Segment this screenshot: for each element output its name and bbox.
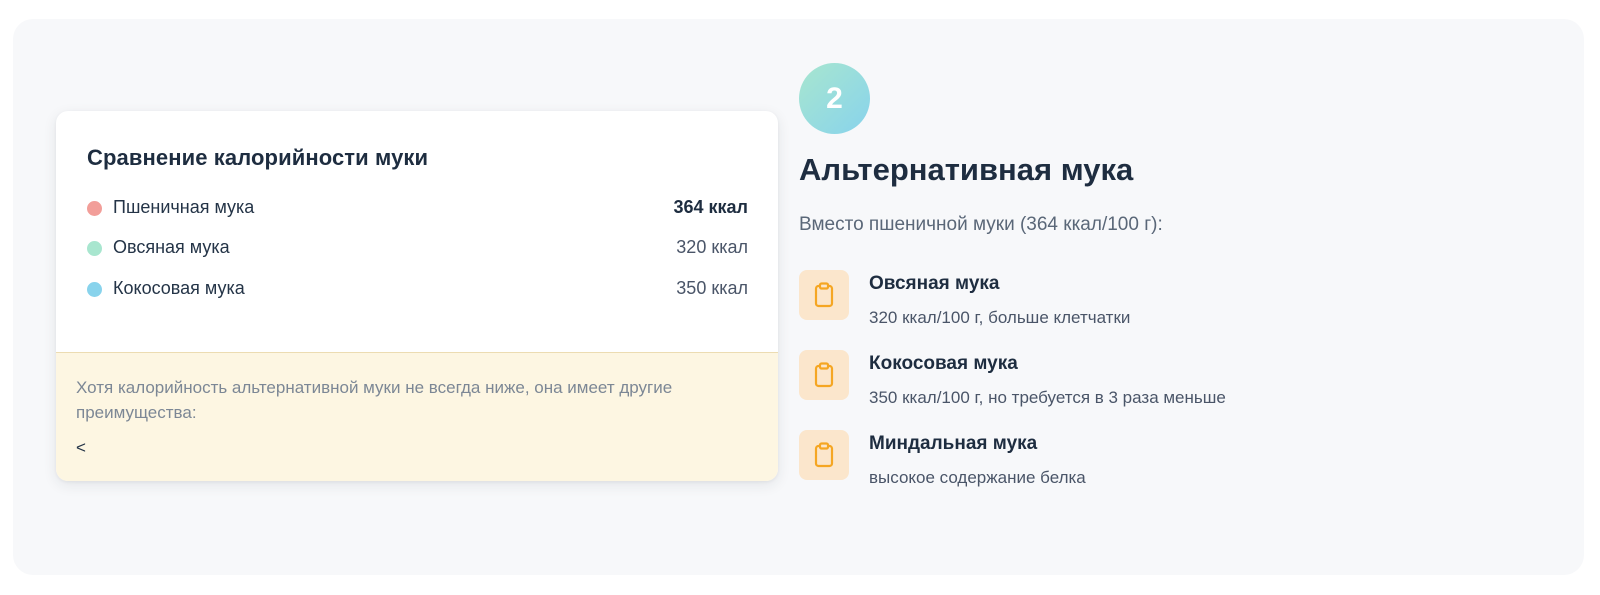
flour-row-oat: Овсяная мука 320 ккал <box>87 235 748 261</box>
flour-row-wheat: Пшеничная мука 364 ккал <box>87 195 748 221</box>
comparison-list: Сравнение калорийности муки Пшеничная му… <box>56 111 778 352</box>
note-glyph: < <box>76 438 86 457</box>
alternative-item-coconut: Кокосовая мука 350 ккал/100 г, но требуе… <box>799 350 1519 410</box>
flour-kcal: 350 ккал <box>676 278 748 298</box>
clipboard-icon <box>799 350 849 400</box>
alternative-item-oat: Овсяная мука 320 ккал/100 г, больше клет… <box>799 270 1519 330</box>
step-title: Альтернативная мука <box>799 152 1134 187</box>
step-number-badge: 2 <box>799 63 870 134</box>
oat-color-dot <box>87 241 102 256</box>
coconut-color-dot <box>87 282 102 297</box>
alternative-description: высокое содержание белка <box>869 468 1086 487</box>
clipboard-icon <box>799 430 849 480</box>
alternative-name: Кокосовая мука <box>869 353 1018 374</box>
calorie-comparison-card: Сравнение калорийности муки Пшеничная му… <box>56 111 778 481</box>
clipboard-icon <box>799 270 849 320</box>
flour-name: Овсяная мука <box>113 237 230 257</box>
note-text: Хотя калорийность альтернативной муки не… <box>76 378 673 422</box>
alternative-description: 320 ккал/100 г, больше клетчатки <box>869 308 1131 327</box>
wheat-color-dot <box>87 201 102 216</box>
flour-name: Пшеничная мука <box>113 197 255 217</box>
step-subtitle: Вместо пшеничной муки (364 ккал/100 г): <box>799 214 1163 235</box>
flour-row-coconut: Кокосовая мука 350 ккал <box>87 276 748 302</box>
card-title: Сравнение калорийности муки <box>87 145 429 170</box>
alternative-name: Овсяная мука <box>869 273 1000 294</box>
alternative-description: 350 ккал/100 г, но требуется в 3 раза ме… <box>869 388 1226 407</box>
alternative-item-almond: Миндальная мука высокое содержание белка <box>799 430 1519 490</box>
flour-name: Кокосовая мука <box>113 278 245 298</box>
alternative-name: Миндальная мука <box>869 433 1038 454</box>
flour-kcal: 320 ккал <box>676 237 748 257</box>
card-note: Хотя калорийность альтернативной муки не… <box>56 352 778 481</box>
content-panel: Сравнение калорийности муки Пшеничная му… <box>13 19 1584 575</box>
flour-kcal: 364 ккал <box>673 197 749 217</box>
